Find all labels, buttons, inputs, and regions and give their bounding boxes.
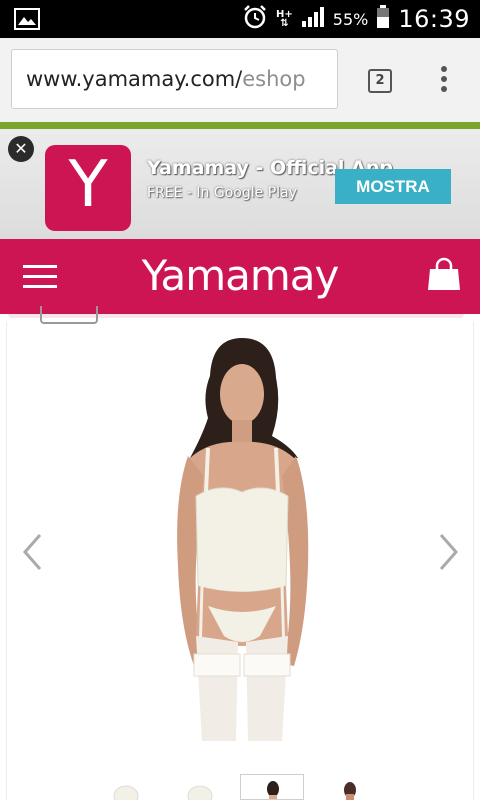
- next-image-arrow-icon[interactable]: [437, 532, 461, 572]
- site-logo[interactable]: Yamamay: [0, 251, 480, 300]
- divider: [473, 322, 474, 800]
- product-image[interactable]: [150, 336, 330, 741]
- status-bar: H+ ⇅ 55% 16:39: [0, 0, 480, 38]
- site-header: Yamamay: [0, 239, 480, 314]
- tab-switcher-button[interactable]: 2: [368, 69, 392, 93]
- page-load-progress-bar: [0, 122, 480, 129]
- battery-icon: [376, 5, 390, 33]
- battery-percent: 55%: [332, 9, 369, 29]
- url-main-text: www.yamamay.com/: [26, 67, 243, 91]
- url-bar[interactable]: www.yamamay.com/eshop: [11, 49, 338, 109]
- thumbnail-image-selected[interactable]: [240, 774, 304, 800]
- shopping-bag-icon[interactable]: [426, 257, 462, 293]
- signal-strength-icon: [301, 6, 325, 32]
- thumbnail-image[interactable]: [318, 774, 382, 800]
- url-path-text: eshop: [242, 67, 306, 91]
- thumbnail-strip: [0, 774, 480, 800]
- app-install-banner: ✕ Y Yamamay - Official App FREE - In Goo…: [0, 129, 480, 239]
- browser-toolbar: www.yamamay.com/eshop 2: [0, 38, 480, 122]
- network-type-label: H+: [276, 9, 293, 20]
- app-icon[interactable]: Y: [45, 145, 131, 231]
- thumbnail-image[interactable]: [96, 774, 160, 800]
- divider: [6, 322, 7, 800]
- app-store-subtitle: FREE - In Google Play: [147, 185, 297, 201]
- previous-image-arrow-icon[interactable]: [20, 532, 44, 572]
- network-type-indicator: H+ ⇅: [276, 9, 293, 29]
- close-icon[interactable]: ✕: [8, 136, 34, 162]
- alarm-icon: [242, 4, 268, 34]
- overflow-menu-icon[interactable]: [440, 66, 448, 96]
- screen: H+ ⇅ 55% 16:39 www.yamamay.com/eshop 2 ✕…: [0, 0, 480, 800]
- thumbnail-image[interactable]: [168, 774, 232, 800]
- gallery-notification-icon: [14, 8, 40, 34]
- partial-tab: [40, 306, 98, 324]
- clock: 16:39: [398, 5, 470, 33]
- product-gallery: [0, 306, 480, 800]
- show-app-button[interactable]: MOSTRA: [335, 169, 451, 204]
